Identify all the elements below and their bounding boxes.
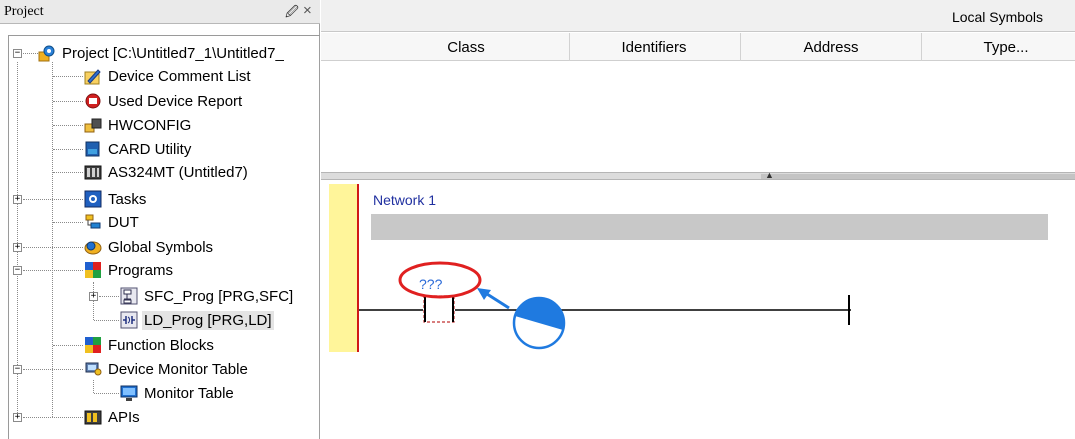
tree-item-card-utility[interactable]: CARD Utility [84,138,193,160]
tree-item-label: DUT [108,213,139,231]
tree-connector [94,393,119,394]
tree-item-label: Global Symbols [108,238,214,256]
column-header-class[interactable]: Class [431,39,501,56]
collapse-programs-button[interactable]: − [13,266,22,275]
tree-connector [53,149,83,150]
pin-icon[interactable]: 🖉 [285,3,299,25]
tree-connector [23,53,38,54]
tree-item-label: Project [C:\Untitled7_1\Untitled7_ [62,44,284,62]
tree-connector [94,320,119,321]
comment-pencil-icon [84,69,101,85]
tree-connector [53,222,83,223]
tasks-icon [84,190,102,208]
scroll-up-arrow-icon[interactable]: ▲ [765,170,774,180]
panel-splitter[interactable]: ▲ [321,170,1075,180]
tree-connector [53,101,83,102]
tree-item-label: HWCONFIG [108,116,192,134]
column-header-address[interactable]: Address [776,39,886,56]
tree-item-monitor-table[interactable]: Monitor Table [120,382,236,404]
tree-connector [23,417,83,418]
tree-connector [99,296,119,297]
tree-item-label: APIs [108,408,140,426]
tree-item-label: SFC_Prog [PRG,SFC] [144,287,294,305]
tree-item-label: Device Monitor Table [108,360,248,378]
tree-item-tasks[interactable]: Tasks [84,188,148,210]
tree-connector [53,172,83,173]
tree-item-sfc-prog[interactable]: SFC_Prog [PRG,SFC] [120,285,295,307]
global-symbols-icon [84,241,102,255]
tree-item-label: Function Blocks [108,336,214,354]
local-symbols-panel: Local Symbols Class Identifiers Address … [321,0,1075,172]
ld-editor[interactable]: Network 1 ??? [321,180,1075,439]
monitor-table-icon [120,385,138,401]
tree-item-label: CARD Utility [108,140,192,158]
tree-item-global-symbols[interactable]: Global Symbols [84,236,215,258]
tree-connector [53,76,83,77]
local-symbols-title: Local Symbols [951,9,1043,25]
ld-program-icon [120,311,138,329]
expand-global-symbols-button[interactable]: + [13,243,22,252]
tree-item-label: LD_Prog [PRG,LD] [142,310,274,330]
hardware-config-icon [84,118,102,133]
expand-sfc-prog-button[interactable]: + [89,292,98,301]
tree-item-label: Tasks [108,190,147,208]
tree-item-programs[interactable]: Programs [84,259,175,281]
tree-item-device-comment-list[interactable]: Device Comment List [84,65,253,87]
tree-item-label: AS324MT (Untitled7) [108,163,248,181]
card-icon [85,141,100,157]
contact-operand[interactable]: ??? [419,276,442,292]
column-separator[interactable] [740,33,741,61]
tree-connector [23,199,83,200]
expand-tasks-button[interactable]: + [13,195,22,204]
tree-connector [23,247,83,248]
tree-connector [52,62,53,417]
project-pane: Project 🖉 × − + + − + − + Project [C:\Un… [0,0,320,439]
column-header-type[interactable]: Type... [961,39,1051,56]
collapse-project-button[interactable]: − [13,49,22,58]
tree-connector [93,380,94,393]
project-gear-icon [38,45,55,62]
tree-item-as324mt[interactable]: AS324MT (Untitled7) [84,161,250,183]
tree-item-label: Monitor Table [144,384,234,402]
tree-item-project[interactable]: Project [C:\Untitled7_1\Untitled7_ [38,42,286,64]
dut-icon [85,214,101,229]
project-pane-header: Project 🖉 × [0,0,320,24]
tree-item-device-monitor-table[interactable]: Device Monitor Table [84,358,250,380]
tree-item-hwconfig[interactable]: HWCONFIG [84,114,193,136]
tree-item-label: Programs [108,261,174,279]
device-report-icon [85,93,101,109]
tree-item-label: Used Device Report [108,92,243,110]
tree-item-label: Device Comment List [108,67,251,85]
column-separator[interactable] [921,33,922,61]
function-blocks-icon [85,337,101,353]
plc-module-icon [84,165,102,180]
cursor-circle-icon [512,296,566,350]
tree-item-used-device-report[interactable]: Used Device Report [84,90,244,112]
contact-selection-box[interactable] [423,295,455,323]
sfc-program-icon [120,287,138,305]
close-icon[interactable]: × [303,2,312,19]
tree-item-ld-prog[interactable]: LD_Prog [PRG,LD] [120,309,274,331]
column-header-identifiers[interactable]: Identifiers [599,39,709,56]
tree-connector [23,270,83,271]
local-symbols-titlebar: Local Symbols [321,0,1075,32]
ladder-diagram-canvas [359,261,851,350]
pointer-arrow [486,292,510,310]
apis-icon [84,410,102,425]
tree-item-function-blocks[interactable]: Function Blocks [84,334,216,356]
collapse-device-monitor-table-button[interactable]: − [13,365,22,374]
tree-item-apis[interactable]: APIs [84,406,142,428]
column-separator[interactable] [569,33,570,61]
project-pane-title: Project [4,4,44,19]
programs-icon [85,262,101,278]
tree-connector [53,345,83,346]
tree-connector [53,125,83,126]
tree-item-dut[interactable]: DUT [84,211,141,233]
tree-connector [23,369,83,370]
tree-connector [93,282,94,320]
expand-apis-button[interactable]: + [13,413,22,422]
monitor-table-group-icon [85,362,102,376]
splitter-scrollbar[interactable] [761,174,1075,179]
